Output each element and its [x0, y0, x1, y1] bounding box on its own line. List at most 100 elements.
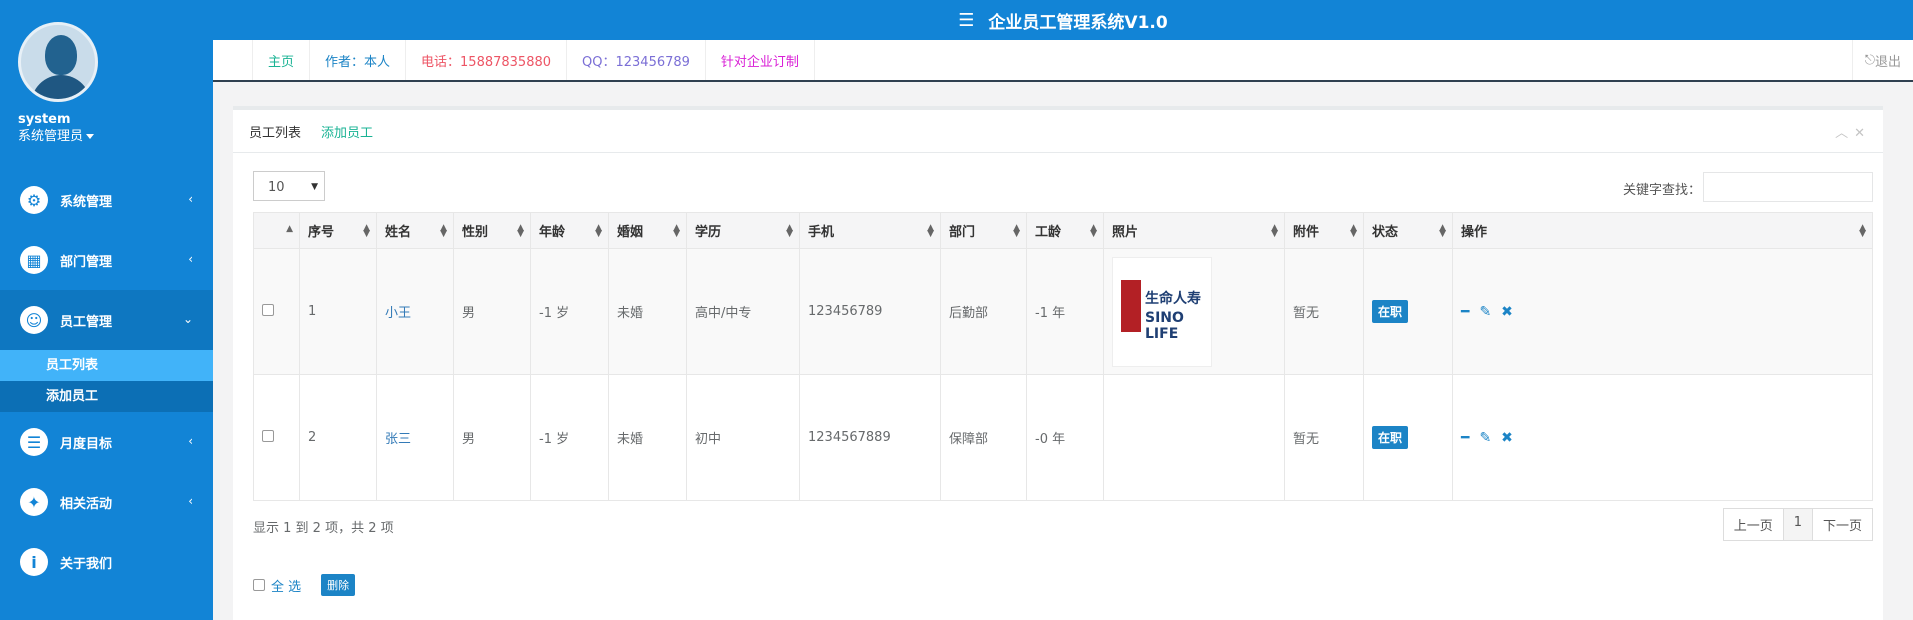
prev-page-button[interactable]: 上一页: [1724, 509, 1784, 540]
tab-author[interactable]: 作者：本人: [310, 40, 407, 80]
select-all-checkbox[interactable]: [253, 579, 265, 591]
column-header[interactable]: 婚姻 ▲ ▼: [608, 212, 687, 249]
user-role-dropdown[interactable]: 系统管理员: [18, 128, 213, 146]
photo-logo-text-en: SINO LIFE: [1145, 309, 1184, 342]
employee-name-link[interactable]: 张三: [385, 432, 411, 447]
logo-seal-icon: [1121, 279, 1141, 332]
edit-icon[interactable]: ✎: [1479, 304, 1491, 320]
avatar[interactable]: [18, 22, 98, 102]
sidebar-item-monthly-goals[interactable]: ☰ 月度目标 ‹: [0, 412, 213, 472]
sidebar-item-employee[interactable]: ☺ 员工管理 ⌄: [0, 290, 213, 350]
next-page-button[interactable]: 下一页: [1813, 509, 1872, 540]
close-icon[interactable]: ✕: [1854, 126, 1871, 141]
column-header[interactable]: 手机 ▲ ▼: [799, 212, 941, 249]
column-header[interactable]: 部门 ▲ ▼: [940, 212, 1027, 249]
employee-list-panel: 员工列表 添加员工 ︿✕ 10 ▼ 关键字查找： ▲ 序号 ▲ ▼ 姓名 ▲ ▼ 性别 ▲…: [233, 106, 1883, 620]
table-controls: 10 ▼ 关键字查找：: [233, 153, 1883, 213]
sort-icon: ▲ ▼: [786, 223, 793, 239]
marriage-cell: 未婚: [608, 374, 687, 501]
hamburger-menu-icon[interactable]: ☰: [958, 10, 974, 31]
select-all-label[interactable]: 全 选: [271, 576, 301, 595]
attachment-cell: 暂无: [1284, 374, 1364, 501]
sort-icon: ▲ ▼: [440, 223, 447, 239]
tenure-cell: -0 年: [1026, 374, 1104, 501]
column-header[interactable]: 学历 ▲ ▼: [686, 212, 800, 249]
status-badge: 在职: [1372, 426, 1409, 449]
status-cell: 在职: [1363, 248, 1453, 375]
row-checkbox[interactable]: [262, 303, 274, 316]
tab-enterprise[interactable]: 针对企业订制: [706, 40, 815, 80]
right-gutter: [1883, 82, 1913, 620]
name-cell: 小王: [376, 248, 454, 375]
sidebar-item-label: 系统管理: [60, 194, 113, 210]
tab-bar: 主页 作者：本人 电话：15887835880 QQ：123456789 针对企…: [213, 40, 1913, 82]
search-input[interactable]: [1703, 172, 1873, 202]
close-icon[interactable]: ✖: [1501, 430, 1513, 446]
logout-button[interactable]: ⎋ 退出: [1851, 40, 1913, 80]
submenu-item-add-employee[interactable]: 添加员工: [0, 381, 213, 412]
page-size-select[interactable]: 10 ▼: [253, 171, 325, 201]
department-cell: 保障部: [940, 374, 1027, 501]
age-cell: -1 岁: [530, 248, 609, 375]
dropdown-arrow-icon: ▼: [311, 182, 318, 192]
column-header-label: 操作: [1461, 225, 1488, 240]
row-select-cell: [253, 374, 300, 501]
sidebar-item-system[interactable]: ⚙ 系统管理 ‹: [0, 170, 213, 230]
tab-home[interactable]: 主页: [253, 40, 311, 80]
gear-icon: ⚙: [20, 186, 48, 214]
column-header-label: 照片: [1112, 225, 1139, 240]
department-cell: 后勤部: [940, 248, 1027, 375]
employee-photo[interactable]: 生命人寿 SINO LIFE: [1112, 256, 1212, 367]
collapse-icon[interactable]: ︿: [1835, 126, 1854, 141]
page-number-button[interactable]: 1: [1783, 509, 1813, 540]
tab-scroll-left[interactable]: [213, 40, 253, 80]
chevron-left-icon: ‹: [188, 252, 193, 266]
edit-icon[interactable]: ✎: [1479, 430, 1491, 446]
sort-icon: ▲ ▼: [1859, 223, 1866, 239]
column-header-label: 部门: [949, 225, 976, 240]
table-row: 1 小王 男 -1 岁 未婚 高中/中专 123456789 后勤部 -1 年 …: [253, 248, 1873, 375]
sort-icon: ▲ ▼: [595, 223, 602, 239]
column-header[interactable]: 性别 ▲ ▼: [453, 212, 531, 249]
delete-button[interactable]: 删除: [321, 574, 356, 596]
close-icon[interactable]: ✖: [1501, 304, 1513, 320]
column-header[interactable]: 操作 ▲ ▼: [1452, 212, 1873, 249]
row-checkbox[interactable]: [262, 429, 274, 442]
sidebar-item-about[interactable]: i 关于我们: [0, 532, 213, 592]
submenu-item-employee-list[interactable]: 员工列表: [0, 350, 213, 381]
column-header-label: 附件: [1293, 225, 1320, 240]
user-role-label: 系统管理员: [18, 129, 84, 144]
tab-qq[interactable]: QQ：123456789: [567, 40, 706, 80]
caret-down-icon: [86, 134, 95, 139]
column-header[interactable]: 附件 ▲ ▼: [1284, 212, 1364, 249]
column-header[interactable]: 姓名 ▲ ▼: [376, 212, 454, 249]
actions-cell: ━ ✎ ✖: [1452, 248, 1873, 375]
employee-name-link[interactable]: 小王: [385, 306, 411, 321]
logout-label: 退出: [1874, 54, 1901, 70]
column-header[interactable]: 照片 ▲ ▼: [1103, 212, 1285, 249]
sidebar-item-label: 关于我们: [60, 556, 113, 572]
tab-phone[interactable]: 电话：15887835880: [406, 40, 568, 80]
column-header[interactable]: 状态 ▲ ▼: [1363, 212, 1453, 249]
column-header-label: 年龄: [539, 225, 566, 240]
column-header[interactable]: 年龄 ▲ ▼: [530, 212, 609, 249]
phone-cell: 1234567889: [799, 374, 941, 501]
sidebar-item-activities[interactable]: ✦ 相关活动 ‹: [0, 472, 213, 532]
user-profile: system 系统管理员: [0, 0, 213, 170]
add-employee-link[interactable]: 添加员工: [321, 122, 373, 141]
column-header[interactable]: 工龄 ▲ ▼: [1026, 212, 1104, 249]
column-header[interactable]: 序号 ▲ ▼: [299, 212, 377, 249]
education-cell: 高中/中专: [686, 248, 800, 375]
info-icon: i: [20, 548, 48, 576]
select-column-header[interactable]: ▲: [253, 212, 300, 249]
gender-cell: 男: [453, 248, 531, 375]
minus-icon[interactable]: ━: [1461, 430, 1469, 446]
sort-icon: ▲ ▼: [1013, 223, 1020, 239]
status-cell: 在职: [1363, 374, 1453, 501]
sort-icon: ▲ ▼: [927, 223, 934, 239]
minus-icon[interactable]: ━: [1461, 304, 1469, 320]
sort-icon: ▲ ▼: [1271, 223, 1278, 239]
users-icon: ☺: [20, 306, 48, 334]
gender-cell: 男: [453, 374, 531, 501]
sidebar-item-department[interactable]: ▦ 部门管理 ‹: [0, 230, 213, 290]
